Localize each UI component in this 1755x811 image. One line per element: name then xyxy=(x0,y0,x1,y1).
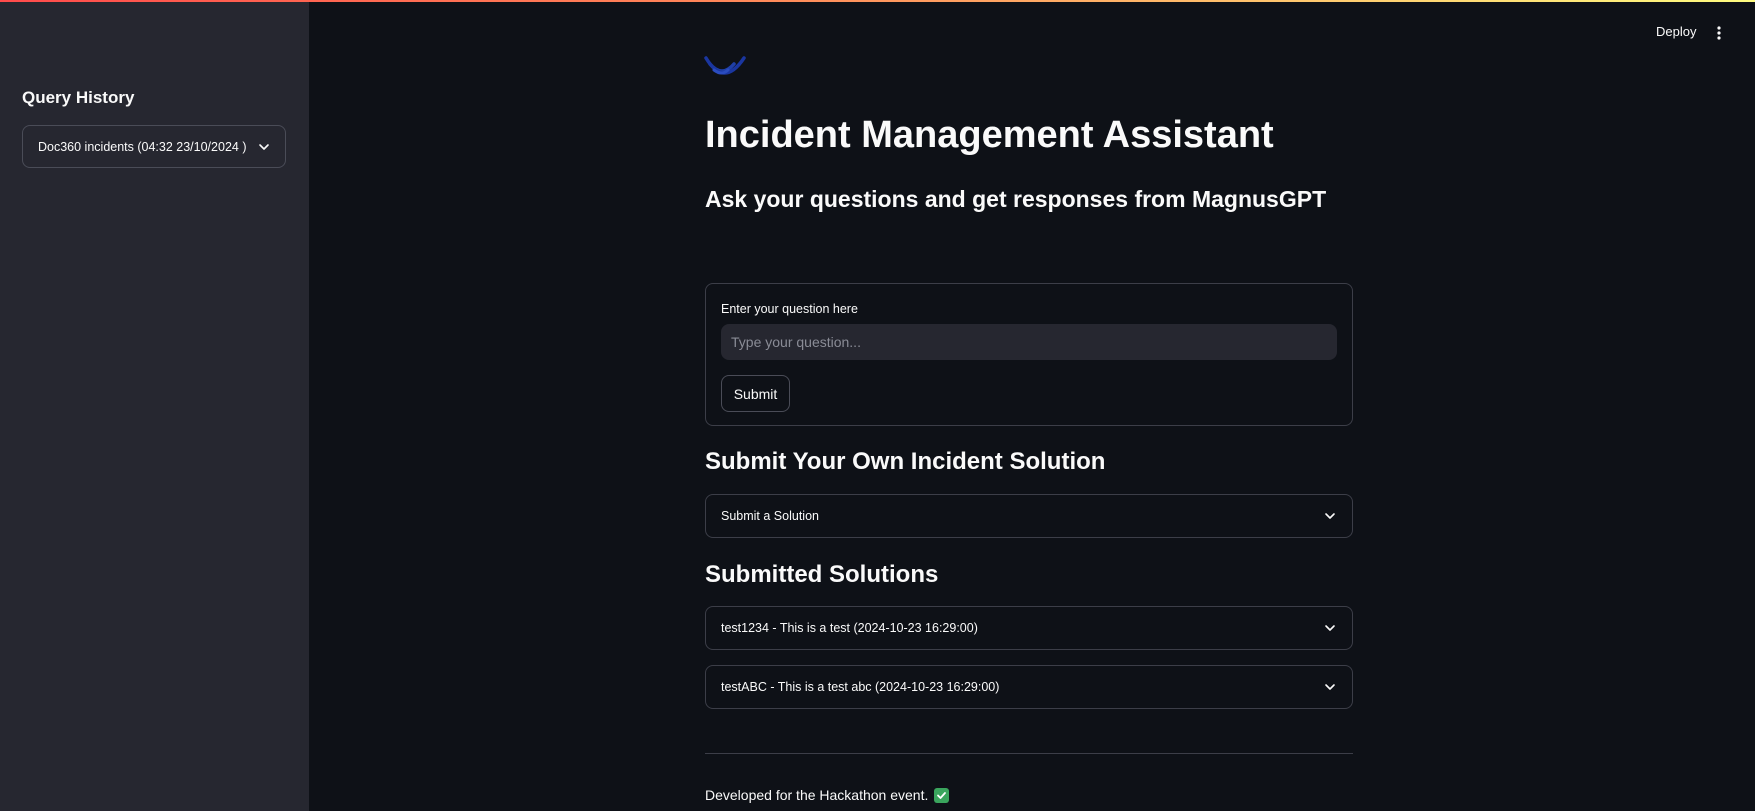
chevron-down-icon xyxy=(1323,509,1337,523)
own-solution-heading: Submit Your Own Incident Solution xyxy=(705,448,1106,475)
chevron-down-icon xyxy=(1323,680,1337,694)
solution-expander-label: testABC - This is a test abc (2024-10-23… xyxy=(721,680,1000,694)
sidebar: Query History Doc360 incidents (04:32 23… xyxy=(0,0,309,811)
submit-button[interactable]: Submit xyxy=(721,375,790,412)
page-title: Incident Management Assistant xyxy=(705,114,1274,156)
page-subtitle: Ask your questions and get responses fro… xyxy=(705,186,1327,212)
submit-solution-expander[interactable]: Submit a Solution xyxy=(705,494,1353,538)
chevron-down-icon xyxy=(1323,621,1337,635)
kebab-menu-icon[interactable] xyxy=(1713,24,1725,44)
submitted-solutions-heading: Submitted Solutions xyxy=(705,561,939,588)
question-label: Enter your question here xyxy=(721,302,858,316)
solution-expander-item[interactable]: testABC - This is a test abc (2024-10-23… xyxy=(705,665,1353,709)
query-history-select-value: Doc360 incidents (04:32 23/10/2024 ) xyxy=(38,139,247,154)
submit-solution-label: Submit a Solution xyxy=(721,509,819,523)
divider xyxy=(705,753,1353,754)
deploy-button[interactable]: Deploy xyxy=(1656,24,1696,39)
sidebar-title: Query History xyxy=(22,88,135,107)
question-input[interactable] xyxy=(721,324,1337,360)
wave-logo-icon xyxy=(704,50,752,84)
solution-expander-item[interactable]: test1234 - This is a test (2024-10-23 16… xyxy=(705,606,1353,650)
chevron-down-icon xyxy=(257,140,271,154)
top-accent-bar xyxy=(0,0,1755,2)
check-icon xyxy=(934,787,950,803)
question-form: Enter your question here Submit xyxy=(705,283,1353,426)
solution-expander-label: test1234 - This is a test (2024-10-23 16… xyxy=(721,621,978,635)
query-history-select[interactable]: Doc360 incidents (04:32 23/10/2024 ) xyxy=(22,125,286,168)
footer: Developed for the Hackathon event. xyxy=(705,787,950,803)
footer-text: Developed for the Hackathon event. xyxy=(705,787,929,803)
